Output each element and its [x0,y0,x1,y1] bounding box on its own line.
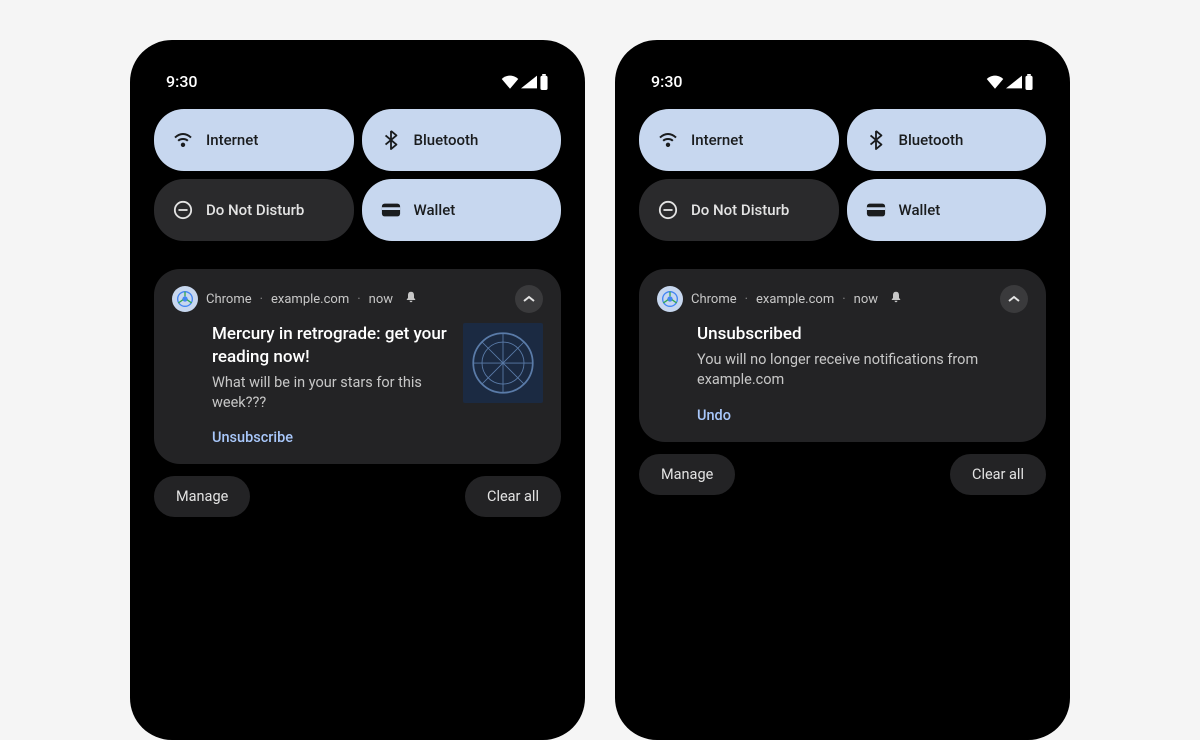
undo-button[interactable]: Undo [657,407,1028,424]
unsubscribe-button[interactable]: Unsubscribe [172,429,543,446]
phone-screen: 9:30 Internet Bluetooth Do Not Disturb [625,50,1060,730]
wifi-icon [172,129,194,151]
qs-tile-wallet[interactable]: Wallet [362,179,562,241]
status-bar: 9:30 [150,72,565,109]
notification-footer: Manage Clear all [154,476,561,517]
clock: 9:30 [651,72,683,91]
notification-body: Unsubscribed You will no longer receive … [657,323,1028,391]
notification-image [463,323,543,403]
bluetooth-icon [865,129,887,151]
qs-tile-dnd[interactable]: Do Not Disturb [639,179,839,241]
clear-all-button[interactable]: Clear all [465,476,561,517]
qs-tile-label: Internet [206,131,258,149]
notification-site: example.com [271,292,349,307]
phone-mockup-right: 9:30 Internet Bluetooth Do Not Disturb [615,40,1070,740]
qs-tile-label: Wallet [414,201,456,219]
phone-screen: 9:30 Internet Bluetooth Do Not Disturb [140,50,575,730]
notification-header: Chrome · example.com · now [657,285,1028,313]
dnd-icon [172,199,194,221]
manage-button[interactable]: Manage [639,454,735,495]
bluetooth-icon [380,129,402,151]
quick-settings-grid: Internet Bluetooth Do Not Disturb Wallet [150,109,565,241]
separator-dot: · [842,292,845,307]
collapse-button[interactable] [1000,285,1028,313]
status-icons [501,74,549,90]
notification-footer: Manage Clear all [639,454,1046,495]
chevron-up-icon [522,295,536,303]
qs-tile-dnd[interactable]: Do Not Disturb [154,179,354,241]
qs-tile-bluetooth[interactable]: Bluetooth [847,109,1047,171]
notification-title: Mercury in retrograde: get your reading … [212,323,449,369]
manage-button[interactable]: Manage [154,476,250,517]
qs-tile-label: Internet [691,131,743,149]
wallet-icon [380,199,402,221]
qs-tile-internet[interactable]: Internet [154,109,354,171]
status-icons [986,74,1034,90]
quick-settings-grid: Internet Bluetooth Do Not Disturb Wallet [635,109,1050,241]
battery-icon [1024,74,1034,90]
notification-card[interactable]: Chrome · example.com · now Mercury in re… [154,269,561,464]
qs-tile-label: Wallet [899,201,941,219]
chevron-up-icon [1007,295,1021,303]
qs-tile-wallet[interactable]: Wallet [847,179,1047,241]
notification-body: Mercury in retrograde: get your reading … [172,323,543,413]
notification-time: now [854,292,878,307]
wifi-icon [657,129,679,151]
qs-tile-label: Do Not Disturb [691,201,789,219]
bell-icon [405,291,417,307]
notification-time: now [369,292,393,307]
chrome-icon [657,286,683,312]
clear-all-button[interactable]: Clear all [950,454,1046,495]
wallet-icon [865,199,887,221]
separator-dot: · [357,292,360,307]
wifi-icon [501,75,519,89]
chrome-icon [172,286,198,312]
separator-dot: · [260,292,263,307]
notification-subtitle: You will no longer receive notifications… [697,350,1028,391]
notification-subtitle: What will be in your stars for this week… [212,373,449,414]
notification-title: Unsubscribed [697,323,1028,346]
qs-tile-bluetooth[interactable]: Bluetooth [362,109,562,171]
signal-icon [521,75,537,89]
notification-site: example.com [756,292,834,307]
notification-app: Chrome [691,292,737,307]
dnd-icon [657,199,679,221]
status-bar: 9:30 [635,72,1050,109]
notification-header: Chrome · example.com · now [172,285,543,313]
qs-tile-label: Do Not Disturb [206,201,304,219]
signal-icon [1006,75,1022,89]
phone-mockup-left: 9:30 Internet Bluetooth Do Not Disturb [130,40,585,740]
clock: 9:30 [166,72,198,91]
separator-dot: · [745,292,748,307]
notification-app: Chrome [206,292,252,307]
bell-icon [890,291,902,307]
qs-tile-internet[interactable]: Internet [639,109,839,171]
qs-tile-label: Bluetooth [414,131,479,149]
collapse-button[interactable] [515,285,543,313]
notification-card[interactable]: Chrome · example.com · now Unsubscribed … [639,269,1046,442]
qs-tile-label: Bluetooth [899,131,964,149]
wifi-icon [986,75,1004,89]
battery-icon [539,74,549,90]
